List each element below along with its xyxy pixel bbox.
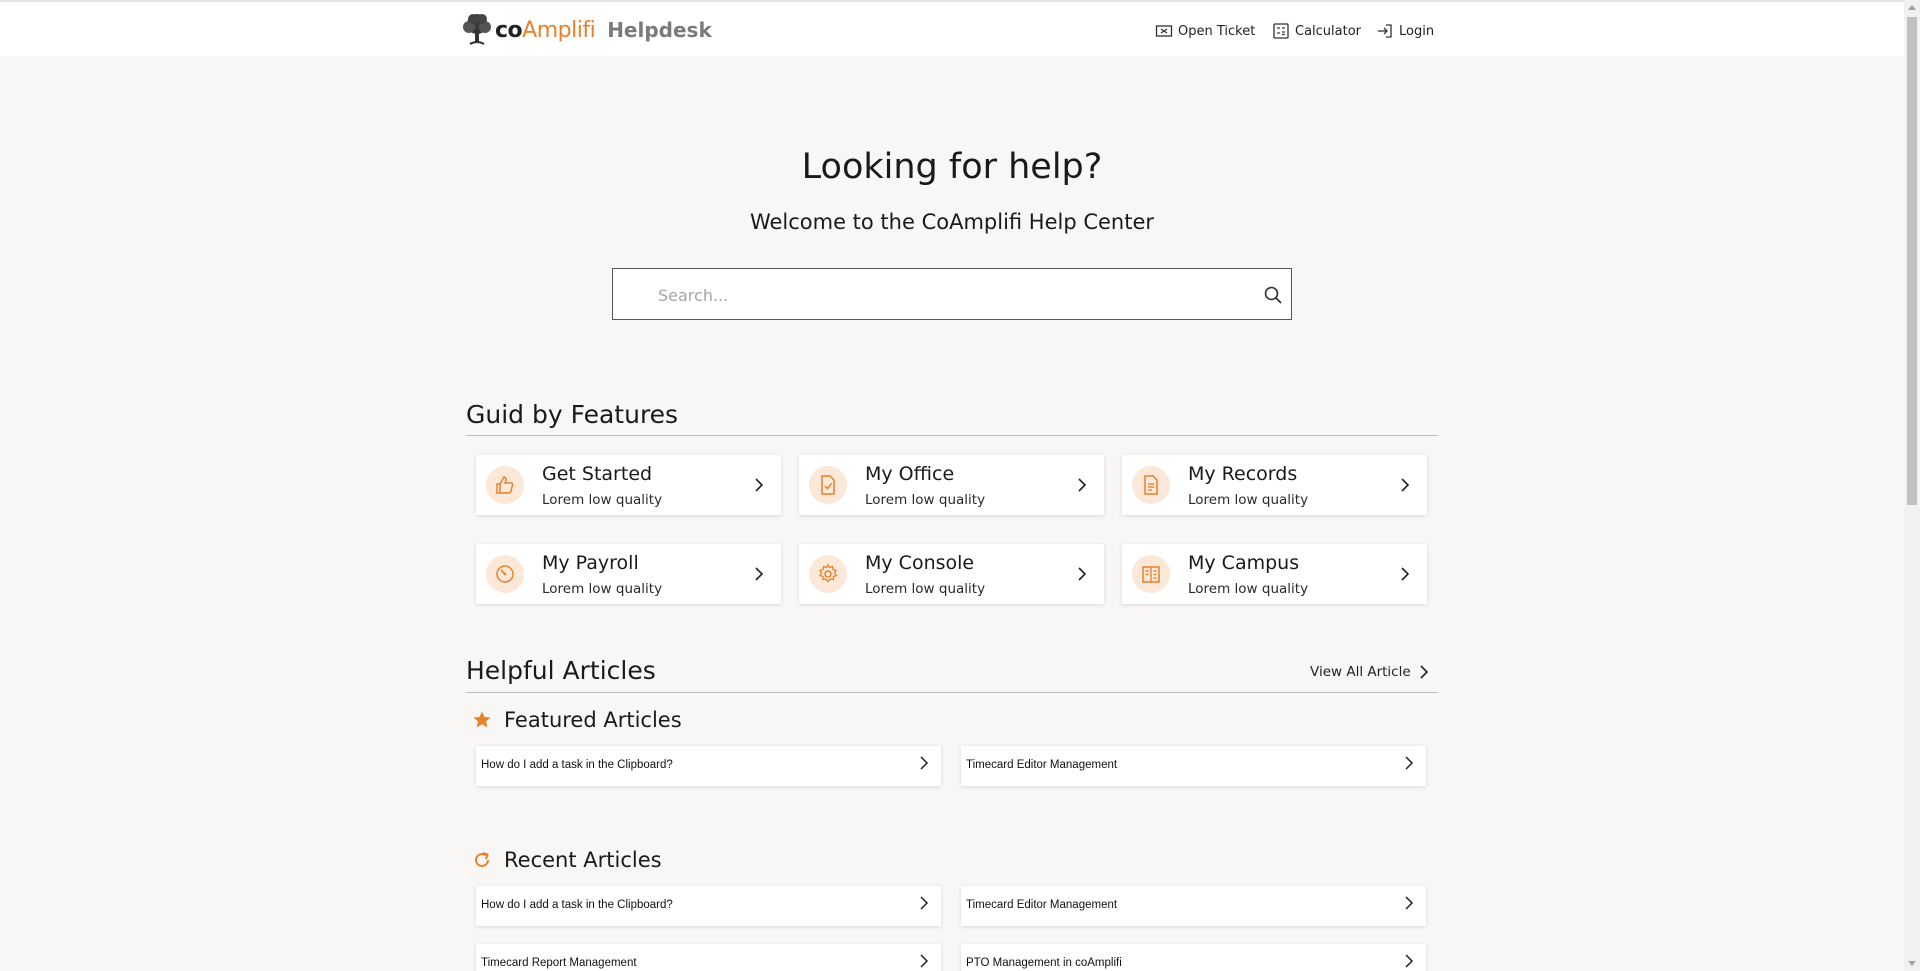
feature-card-my-office[interactable]: My Office Lorem low quality [799, 455, 1104, 515]
header-bar: co Amplifi Helpdesk Open Ticket Calculato… [0, 2, 1904, 56]
scrollbar-thumb[interactable] [1907, 17, 1917, 505]
feature-card-subtitle: Lorem low quality [542, 581, 663, 597]
logo[interactable]: co Amplifi Helpdesk [460, 10, 712, 50]
search-box [612, 268, 1292, 320]
feature-card-my-records[interactable]: My Records Lorem low quality [1122, 455, 1427, 515]
chevron-right-icon [920, 756, 929, 770]
ticket-icon [1155, 25, 1173, 37]
chevron-right-icon [1401, 567, 1410, 581]
building-icon [1142, 566, 1160, 583]
refresh-icon [475, 852, 490, 868]
nav-calculator-label: Calculator [1295, 23, 1362, 39]
logo-text-amplifi: Amplifi [522, 17, 596, 43]
feature-icon-wrap [486, 555, 524, 593]
search-icon[interactable] [1263, 285, 1283, 305]
chevron-right-icon [1401, 478, 1410, 492]
chevron-right-icon [1420, 665, 1428, 679]
article-title: Timecard Editor Management [966, 899, 1118, 911]
scroll-up-icon[interactable] [1908, 5, 1916, 10]
feature-icon-wrap [809, 555, 847, 593]
view-all-articles-link[interactable]: View All Article [1310, 664, 1429, 680]
nav-open-ticket[interactable]: Open Ticket [1155, 22, 1255, 40]
feature-icon-wrap [486, 466, 524, 504]
hero-subtitle: Welcome to the CoAmplifi Help Center [749, 210, 1155, 234]
chevron-right-icon [1405, 756, 1414, 770]
scroll-down-icon[interactable] [1908, 961, 1916, 966]
search-input[interactable] [658, 283, 1218, 307]
page-scrollbar[interactable] [1904, 0, 1920, 971]
tree-logo-icon [463, 14, 491, 45]
feature-icon-wrap [1132, 466, 1170, 504]
feature-card-get-started[interactable]: Get Started Lorem low quality [476, 455, 781, 515]
gauge-icon [496, 565, 514, 583]
chevron-right-icon [1405, 954, 1414, 968]
feature-card-title: Get Started [542, 463, 653, 485]
articles-section-title: Helpful Articles [466, 656, 656, 685]
recent-article-item[interactable]: Timecard Report Management [476, 944, 941, 971]
recent-articles-title: Recent Articles [504, 848, 662, 872]
view-all-label: View All Article [1310, 664, 1411, 680]
thumbs-up-icon [496, 476, 514, 494]
features-divider [466, 435, 1438, 436]
recent-article-item[interactable]: PTO Management in coAmplifi [961, 944, 1426, 971]
featured-article-item[interactable]: How do I add a task in the Clipboard? [476, 746, 941, 786]
feature-card-subtitle: Lorem low quality [1188, 492, 1309, 508]
chevron-right-icon [920, 896, 929, 910]
feature-card-title: My Campus [1188, 552, 1300, 574]
logo-text-co: co [495, 17, 523, 43]
logo-text-helpdesk: Helpdesk [607, 18, 712, 42]
feature-card-title: My Payroll [542, 552, 639, 574]
feature-card-subtitle: Lorem low quality [865, 492, 986, 508]
nav-calculator[interactable]: Calculator [1272, 22, 1361, 40]
article-title: PTO Management in coAmplifi [966, 957, 1122, 969]
chevron-right-icon [1078, 567, 1087, 581]
feature-card-my-campus[interactable]: My Campus Lorem low quality [1122, 544, 1427, 604]
featured-article-item[interactable]: Timecard Editor Management [961, 746, 1426, 786]
feature-icon-wrap [1132, 555, 1170, 593]
article-title: How do I add a task in the Clipboard? [481, 899, 673, 911]
nav-login-label: Login [1399, 23, 1435, 39]
articles-divider [466, 692, 1438, 693]
gear-icon [819, 563, 838, 583]
feature-icon-wrap [809, 466, 847, 504]
feature-card-subtitle: Lorem low quality [542, 492, 663, 508]
chevron-right-icon [755, 567, 764, 581]
recent-articles-heading: Recent Articles [472, 848, 662, 872]
chevron-right-icon [1078, 478, 1087, 492]
recent-article-item[interactable]: Timecard Editor Management [961, 886, 1426, 926]
document-lines-icon [1144, 475, 1158, 495]
article-title: How do I add a task in the Clipboard? [481, 759, 673, 771]
star-icon [473, 711, 491, 728]
feature-card-my-payroll[interactable]: My Payroll Lorem low quality [476, 544, 781, 604]
feature-card-title: My Records [1188, 463, 1298, 485]
chevron-right-icon [920, 954, 929, 968]
featured-articles-title: Featured Articles [504, 708, 682, 732]
calculator-icon [1273, 23, 1289, 39]
document-check-icon [821, 475, 835, 495]
feature-card-subtitle: Lorem low quality [1188, 581, 1309, 597]
hero-title: Looking for help? [801, 147, 1103, 187]
article-title: Timecard Editor Management [966, 759, 1118, 771]
feature-card-title: My Console [865, 552, 975, 574]
featured-articles-heading: Featured Articles [472, 708, 682, 732]
chevron-right-icon [1405, 896, 1414, 910]
feature-card-my-console[interactable]: My Console Lorem low quality [799, 544, 1104, 604]
nav-login[interactable]: Login [1376, 22, 1434, 40]
nav-open-ticket-label: Open Ticket [1178, 23, 1256, 39]
article-title: Timecard Report Management [481, 957, 637, 969]
feature-card-subtitle: Lorem low quality [865, 581, 986, 597]
recent-article-item[interactable]: How do I add a task in the Clipboard? [476, 886, 941, 926]
login-icon [1378, 24, 1392, 38]
chevron-right-icon [755, 478, 764, 492]
features-section-title: Guid by Features [466, 400, 679, 429]
feature-card-title: My Office [865, 463, 955, 485]
